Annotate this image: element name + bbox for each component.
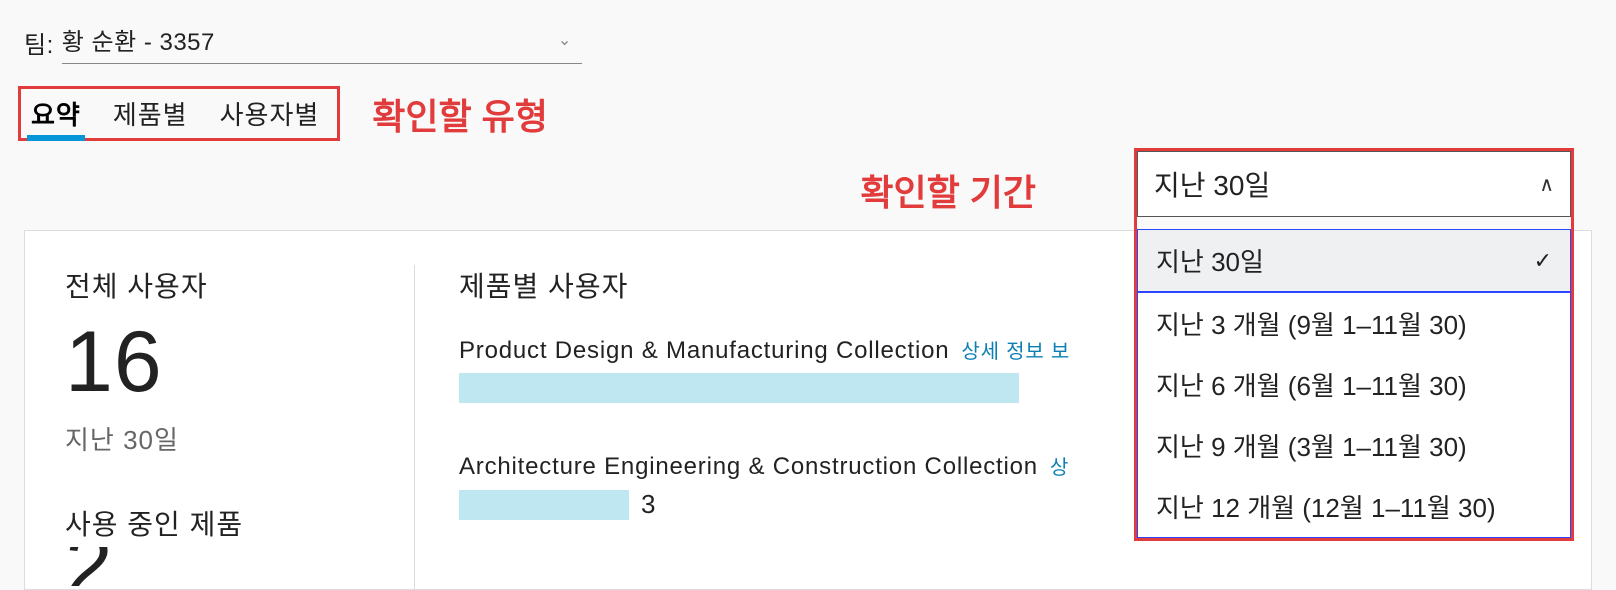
period-dropdown-container: 지난 30일 ∧ 지난 30일 ✓ 지난 3 개월 (9월 1–11월 30) … bbox=[1134, 148, 1574, 541]
product-name: Product Design & Manufacturing Collectio… bbox=[459, 337, 949, 365]
col-left: 전체 사용자 16 지난 30일 사용 중인 제품 2 bbox=[65, 265, 415, 589]
team-label: 팀: bbox=[24, 25, 54, 60]
team-select[interactable]: 황 순환 - 3357 ⌄ bbox=[62, 20, 582, 64]
product-usage-bar bbox=[459, 373, 1019, 403]
metric-products-value: 2 bbox=[65, 547, 386, 586]
product-usage-bar bbox=[459, 490, 629, 520]
period-option-12m[interactable]: 지난 12 개월 (12월 1–11월 30) bbox=[1138, 476, 1570, 537]
metric-total-users-sub: 지난 30일 bbox=[65, 420, 386, 457]
tabs-highlight: 요약 제품별 사용자별 bbox=[18, 86, 340, 141]
team-select-value: 황 순환 - 3357 bbox=[62, 22, 558, 57]
annotation-period: 확인할 기간 bbox=[860, 164, 1036, 216]
chevron-down-icon: ⌄ bbox=[558, 30, 582, 50]
metric-products-title: 사용 중인 제품 bbox=[65, 503, 386, 543]
chevron-up-icon: ∧ bbox=[1539, 172, 1554, 197]
metric-total-users-title: 전체 사용자 bbox=[65, 265, 386, 305]
product-count: 3 bbox=[641, 489, 655, 520]
period-option-6m[interactable]: 지난 6 개월 (6월 1–11월 30) bbox=[1138, 354, 1570, 415]
period-option-label: 지난 12 개월 (12월 1–11월 30) bbox=[1156, 488, 1552, 525]
period-dropdown[interactable]: 지난 30일 ∧ bbox=[1137, 151, 1571, 217]
period-option-30d[interactable]: 지난 30일 ✓ bbox=[1138, 230, 1570, 293]
metric-total-users-value: 16 bbox=[65, 313, 386, 412]
product-detail-link[interactable]: 상 bbox=[1050, 451, 1069, 480]
check-icon: ✓ bbox=[1534, 248, 1552, 274]
product-detail-link[interactable]: 상세 정보 보 bbox=[961, 335, 1070, 364]
tab-by-user[interactable]: 사용자별 bbox=[214, 95, 326, 138]
tabs-row: 요약 제품별 사용자별 확인할 유형 bbox=[0, 86, 1616, 141]
period-selected-value: 지난 30일 bbox=[1154, 164, 1539, 204]
annotation-tabs: 확인할 유형 bbox=[372, 88, 548, 140]
period-option-9m[interactable]: 지난 9 개월 (3월 1–11월 30) bbox=[1138, 415, 1570, 476]
period-option-label: 지난 6 개월 (6월 1–11월 30) bbox=[1156, 366, 1552, 403]
period-highlight: 지난 30일 ∧ 지난 30일 ✓ 지난 3 개월 (9월 1–11월 30) … bbox=[1134, 148, 1574, 541]
period-dropdown-list: 지난 30일 ✓ 지난 3 개월 (9월 1–11월 30) 지난 6 개월 (… bbox=[1137, 229, 1571, 538]
period-option-label: 지난 3 개월 (9월 1–11월 30) bbox=[1156, 305, 1552, 342]
product-name: Architecture Engineering & Construction … bbox=[459, 453, 1038, 481]
period-option-label: 지난 9 개월 (3월 1–11월 30) bbox=[1156, 427, 1552, 464]
topbar: 팀: 황 순환 - 3357 ⌄ bbox=[0, 0, 1616, 74]
period-option-label: 지난 30일 bbox=[1156, 242, 1534, 279]
tab-summary[interactable]: 요약 bbox=[25, 95, 87, 138]
period-option-3m[interactable]: 지난 3 개월 (9월 1–11월 30) bbox=[1138, 293, 1570, 354]
tab-by-product[interactable]: 제품별 bbox=[107, 95, 194, 138]
